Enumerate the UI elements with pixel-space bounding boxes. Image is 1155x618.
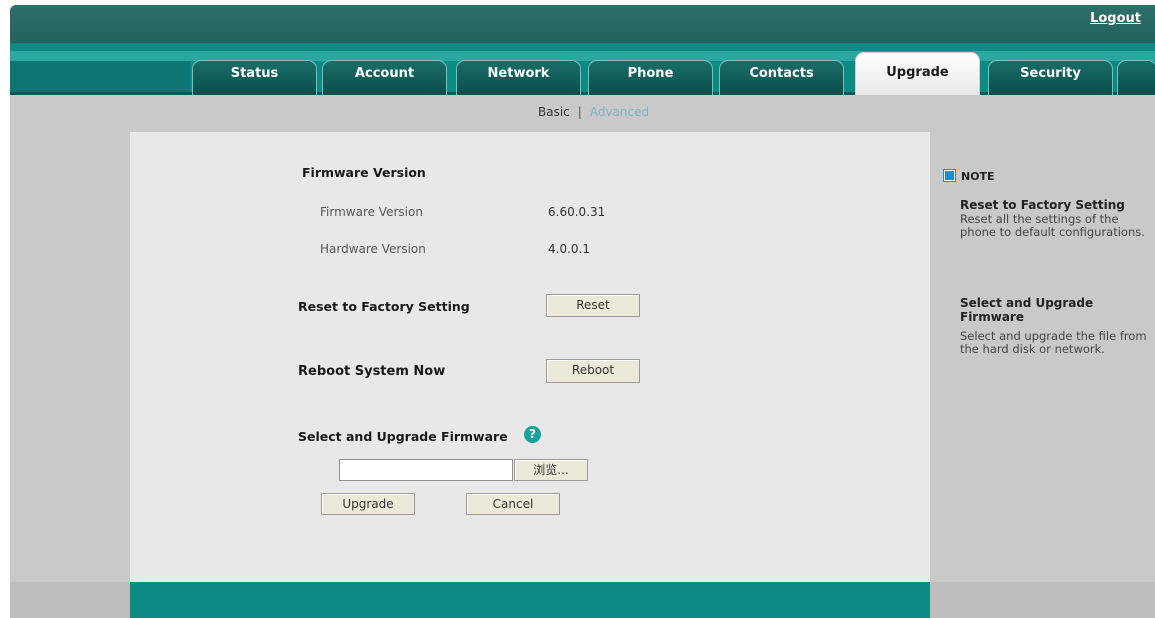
cancel-button[interactable]: Cancel [466,493,560,515]
note-upgrade-title: Select and Upgrade Firmware [960,296,1094,324]
tab-band-strip [10,51,1155,61]
help-icon[interactable]: ? [524,426,541,443]
top-header-bar: Logout [10,5,1155,43]
left-footer [10,582,130,618]
firmware-section-title: Firmware Version [302,165,426,180]
firmware-version-label: Firmware Version [320,205,423,219]
tab-phone[interactable]: Phone [588,60,713,95]
reset-factory-title: Reset to Factory Setting [298,299,470,314]
firmware-version-value: 6.60.0.31 [548,205,606,219]
tab-status[interactable]: Status [192,60,317,95]
sub-navigation: Basic | Advanced [10,95,1155,132]
tab-network[interactable]: Network [456,60,581,95]
tab-security[interactable]: Security [988,60,1113,95]
tab-band [10,43,1155,95]
reboot-button[interactable]: Reboot [546,359,640,383]
subnav-separator: | [577,105,582,119]
left-sidebar [10,132,130,618]
tab-account[interactable]: Account [322,60,447,95]
tab-band-left-block [10,61,190,92]
firmware-file-input[interactable] [339,459,513,481]
note-reset-title: Reset to Factory Setting [960,198,1125,212]
subnav-basic-link[interactable]: Basic [538,105,570,119]
sub-nav-links: Basic | Advanced [538,105,649,119]
subnav-advanced-link[interactable]: Advanced [590,105,649,119]
hardware-version-value: 4.0.0.1 [548,242,590,256]
note-upgrade-text: Select and upgrade the file from the har… [960,329,1147,356]
reset-button[interactable]: Reset [546,294,640,317]
upgrade-button[interactable]: Upgrade [321,493,415,515]
main-footer-bar [130,582,930,618]
logout-link[interactable]: Logout [1090,11,1141,26]
note-reset-text: Reset all the settings of the phone to d… [960,212,1145,239]
tab-upgrade[interactable]: Upgrade [855,52,980,95]
upgrade-firmware-title: Select and Upgrade Firmware [298,429,508,444]
hardware-version-label: Hardware Version [320,242,426,256]
reboot-title: Reboot System Now [298,364,446,379]
right-footer [930,582,1155,618]
note-square-icon [944,170,955,181]
tab-overflow[interactable] [1117,60,1155,95]
tab-contacts[interactable]: Contacts [719,60,844,95]
note-heading: NOTE [944,170,995,183]
browse-button[interactable]: 浏览... [514,459,588,481]
note-heading-text: NOTE [961,170,995,183]
